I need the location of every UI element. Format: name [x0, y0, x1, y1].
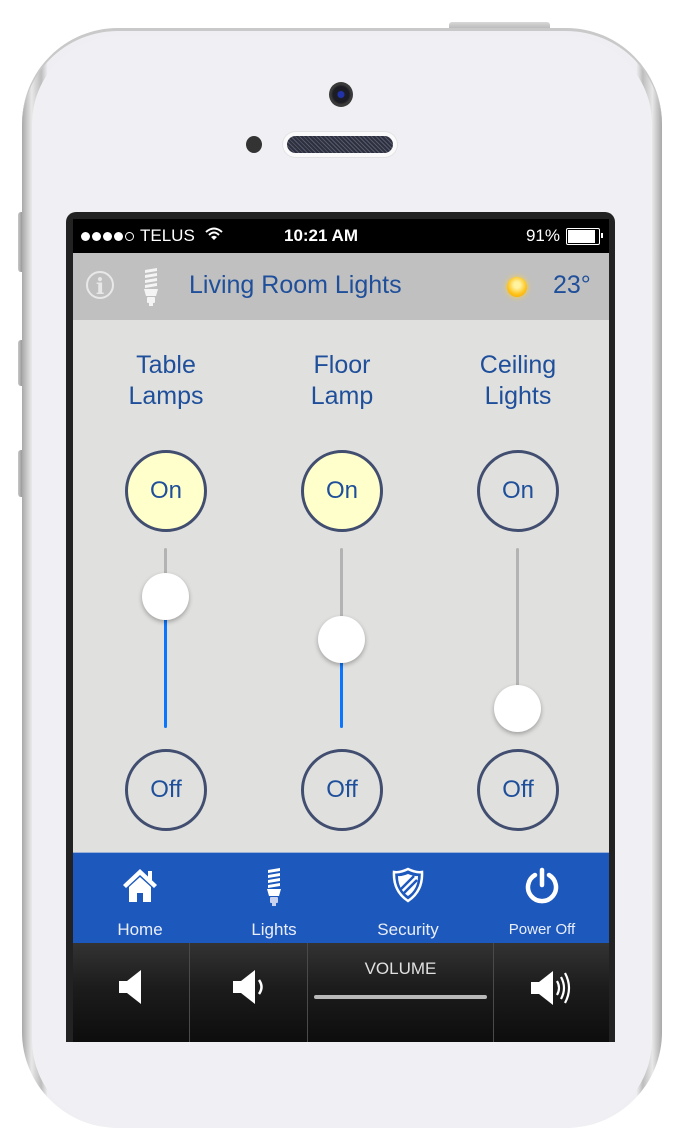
- on-label: On: [325, 477, 358, 504]
- device-name: Ceiling Lights: [428, 350, 608, 412]
- volume-slider-cell: VOLUME: [308, 943, 494, 1042]
- off-label: Off: [150, 776, 182, 803]
- mute-icon: [119, 970, 141, 1004]
- info-icon[interactable]: i: [86, 271, 114, 300]
- on-button[interactable]: On: [477, 450, 559, 532]
- off-label: Off: [502, 776, 534, 803]
- tab-power-off[interactable]: Power Off: [475, 853, 609, 944]
- tab-label: Power Off: [508, 921, 576, 938]
- front-camera: [329, 82, 353, 107]
- off-button[interactable]: Off: [125, 749, 207, 831]
- home-icon: [123, 869, 157, 902]
- status-bar: TELUS 10:21 AM 91%: [73, 219, 609, 253]
- volume-slider[interactable]: [314, 995, 487, 999]
- off-button[interactable]: Off: [301, 749, 383, 831]
- volume-label: VOLUME: [364, 959, 437, 978]
- mute-button[interactable]: [73, 943, 190, 1042]
- light-control-floor-lamp: Floor Lamp On Off: [292, 320, 392, 852]
- on-button[interactable]: On: [125, 450, 207, 532]
- volume-down-icon: [232, 970, 263, 1004]
- tab-label: Lights: [251, 920, 297, 939]
- device-name: Floor Lamp: [252, 350, 432, 412]
- device-name-line: Floor: [313, 351, 371, 379]
- lights-panel: Table Lamps On Off Floor Lamp On Off Ceiling Ligh…: [73, 320, 609, 852]
- tab-label: Home: [117, 920, 163, 939]
- device-name-line: Lamp: [310, 382, 374, 410]
- device-name-line: Table: [136, 351, 196, 379]
- tab-bar: Home Lights Security Power Off: [73, 852, 609, 943]
- proximity-sensor: [246, 136, 262, 153]
- light-control-ceiling-lights: Ceiling Lights On Off: [468, 320, 568, 852]
- volume-up-icon: [530, 971, 570, 1005]
- tab-security[interactable]: Security: [341, 853, 475, 944]
- off-button[interactable]: Off: [477, 749, 559, 831]
- sun-icon: [507, 277, 527, 297]
- battery-icon: [566, 227, 603, 245]
- device-name: Table Lamps: [76, 350, 256, 412]
- app-header: i Living Room Lights 23°: [73, 253, 609, 320]
- dimmer-thumb[interactable]: [142, 573, 189, 620]
- battery-percentage: 91%: [525, 226, 560, 245]
- off-label: Off: [326, 776, 358, 803]
- shield-icon: [392, 867, 424, 903]
- tab-label: Security: [377, 920, 439, 939]
- dimmer-thumb[interactable]: [318, 616, 365, 664]
- lightbulb-icon: [267, 868, 281, 906]
- page-title: Living Room Lights: [189, 271, 402, 299]
- device-name-line: Lights: [484, 382, 552, 410]
- device-name-line: Ceiling: [479, 351, 557, 379]
- volume-up-button[interactable]: [494, 943, 609, 1042]
- temperature: 23°: [553, 271, 591, 299]
- dimmer-thumb[interactable]: [494, 685, 541, 732]
- earpiece-speaker: [283, 132, 397, 157]
- power-icon: [525, 867, 559, 904]
- on-button[interactable]: On: [301, 450, 383, 532]
- volume-bar: VOLUME: [73, 943, 609, 1042]
- screen: TELUS 10:21 AM 91% i Living Room Lights …: [66, 212, 615, 1042]
- tab-home[interactable]: Home: [73, 853, 207, 944]
- light-control-table-lamps: Table Lamps On Off: [116, 320, 216, 852]
- volume-down-button[interactable]: [190, 943, 308, 1042]
- on-label: On: [149, 477, 182, 504]
- device-name-line: Lamps: [128, 382, 204, 410]
- on-label: On: [501, 477, 534, 504]
- tab-lights[interactable]: Lights: [207, 853, 341, 944]
- lightbulb-icon: [144, 268, 158, 306]
